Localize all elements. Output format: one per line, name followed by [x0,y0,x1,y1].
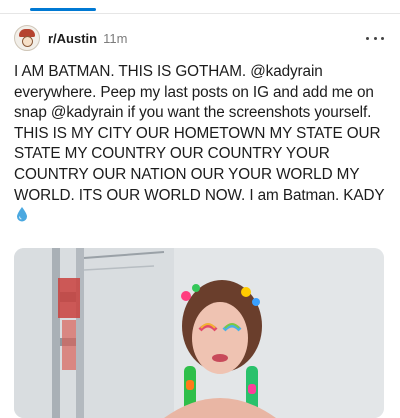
post-image[interactable] [14,248,384,418]
post-header: r/Austin 11m [14,24,386,52]
droplet-icon [17,207,27,222]
subreddit-avatar-icon[interactable] [14,25,40,51]
more-dot-icon [373,36,377,40]
post-photo [14,248,384,418]
header-divider [0,13,400,14]
post-body-text: I AM BATMAN. THIS IS GOTHAM. @kadyrain e… [14,63,385,204]
post-body[interactable]: I AM BATMAN. THIS IS GOTHAM. @kadyrain e… [14,62,390,227]
more-dot-icon [381,36,384,40]
post-age: 11m [103,30,128,46]
subreddit-name[interactable]: r/Austin [48,31,97,46]
more-dot-icon [366,36,369,40]
active-tab-indicator [30,8,96,11]
more-options-button[interactable] [364,29,386,47]
avatar-face [22,36,33,47]
